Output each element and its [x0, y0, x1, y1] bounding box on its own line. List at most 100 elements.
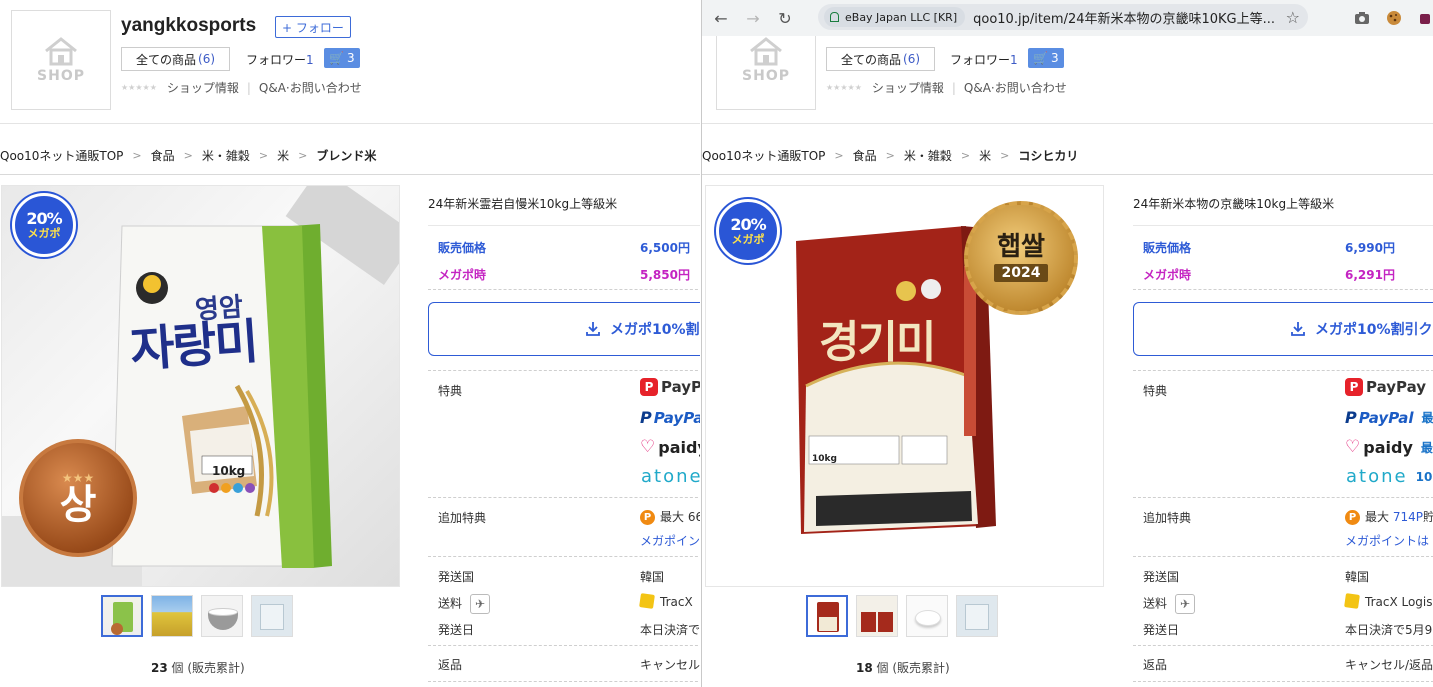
return-label: 返品 [438, 658, 463, 672]
ship-country-label: 発送国 [1143, 570, 1180, 584]
price-label: 販売価格 [438, 241, 487, 255]
coupon-download-button[interactable]: メガポ10%割引ク [1133, 302, 1433, 356]
followers-info[interactable]: フォロワー1 [246, 51, 314, 68]
breadcrumb-item[interactable]: 米・雑穀 [202, 147, 250, 164]
breadcrumb-item[interactable]: 米 [277, 147, 289, 164]
site-identity-chip[interactable]: eBay Japan LLC [KR] [824, 7, 966, 27]
atone-suffix: 10 [1415, 469, 1433, 484]
perk-label: 特典 [1143, 384, 1168, 398]
breadcrumb-item[interactable]: Qoo10ネット通販TOP [702, 147, 825, 164]
extra-perk-label: 追加特典 [438, 511, 487, 525]
chevron-right-icon: > [132, 149, 142, 162]
bag-name-text: 자랑미 [128, 313, 259, 379]
breadcrumb-item[interactable]: Qoo10ネット通販TOP [0, 147, 123, 164]
thumbnail-3[interactable] [201, 595, 243, 637]
point-icon: P [1345, 510, 1360, 525]
thumbnail-3[interactable] [906, 595, 948, 637]
return-value[interactable]: キャンセル/返品 [1345, 656, 1433, 673]
camera-icon[interactable] [1353, 9, 1371, 27]
price-value: 6,990円 [1345, 241, 1395, 255]
shop-info-link[interactable]: ショップ情報 [167, 79, 239, 96]
shipping-value[interactable]: TracX Logis [1344, 593, 1433, 609]
bookmark-star-icon[interactable]: ☆ [1286, 8, 1300, 27]
divider [428, 556, 700, 557]
paypay-icon: P [640, 378, 658, 396]
shop-info-link[interactable]: ショップ情報 [872, 79, 944, 96]
follow-button[interactable]: + フォロー [275, 16, 351, 38]
paypal-logo[interactable]: P PayPal 最 [1345, 408, 1433, 427]
ship-date-label: 発送日 [438, 623, 475, 637]
reload-icon[interactable]: ↻ [772, 5, 798, 31]
all-products-button[interactable]: 全ての商品 (6) [826, 47, 936, 71]
breadcrumb-current[interactable]: ブレンド米 [316, 147, 376, 164]
left-browser-window: SHOP yangkkosports + フォロー 全ての商品 (6) フォロワ… [0, 0, 700, 687]
thumbnail-4[interactable] [956, 595, 998, 637]
mega-point-badge: 20% メガポ [716, 199, 780, 263]
extension-icon[interactable] [1418, 9, 1432, 27]
followers-count: 1 [306, 53, 314, 67]
paypay-logo[interactable]: P PayPay [640, 378, 700, 396]
address-bar[interactable]: eBay Japan LLC [KR] qoo10.jp/item/24年新米本… [818, 4, 1308, 30]
followers-info[interactable]: フォロワー1 [950, 51, 1018, 68]
paidy-logo[interactable]: ♡ paidy 最 [1345, 437, 1433, 457]
breadcrumb-item[interactable]: 食品 [853, 147, 877, 164]
mega-point-link[interactable]: メガポイント [640, 532, 700, 549]
shop-logo[interactable]: SHOP [11, 10, 111, 110]
shop-logo-text: SHOP [742, 68, 790, 84]
coupon-download-button[interactable]: メガポ10%割 [428, 302, 700, 356]
paypal-logo[interactable]: P PayPal [640, 408, 700, 427]
thumbnail-1[interactable] [101, 595, 143, 637]
all-products-button[interactable]: 全ての商品 (6) [121, 47, 231, 71]
qa-link[interactable]: Q&A·お問い合わせ [964, 79, 1067, 96]
cart-icon: 🛒 [329, 51, 344, 65]
breadcrumb-item[interactable]: 食品 [151, 147, 175, 164]
chevron-right-icon: > [298, 149, 308, 162]
return-value[interactable]: キャンセル [640, 656, 700, 673]
ship-date-value: 本日決済で [640, 623, 700, 637]
cart-button[interactable]: 🛒 3 [324, 48, 360, 68]
mega-point-link[interactable]: メガポイントは [1345, 532, 1429, 549]
thumbnail-4[interactable] [251, 595, 293, 637]
thumbnail-strip [806, 595, 998, 637]
home-icon [45, 37, 77, 66]
paidy-logo[interactable]: ♡ paidy [640, 437, 700, 457]
breadcrumb: Qoo10ネット通販TOP > 食品 > 米・雑穀 > 米 > ブレンド米 [0, 147, 376, 164]
paypay-icon: P [1345, 378, 1363, 396]
atone-logo[interactable]: atone [641, 466, 700, 487]
airplane-icon[interactable]: ✈ [1175, 594, 1196, 614]
download-icon [1291, 322, 1305, 336]
rating-stars-icon: ★★★★★ [826, 83, 862, 92]
paypal-icon: P [640, 408, 652, 427]
divider [702, 174, 1433, 175]
sold-number: 23 [151, 661, 168, 675]
airplane-icon[interactable]: ✈ [470, 594, 491, 614]
chevron-right-icon: > [834, 149, 844, 162]
breadcrumb-current[interactable]: コシヒカリ [1018, 147, 1078, 164]
thumbnail-1[interactable] [806, 595, 848, 637]
medal-badge: ★★★ 상 [19, 439, 137, 557]
divider [0, 123, 700, 124]
all-products-label: 全ての商品 [841, 52, 902, 67]
qa-link[interactable]: Q&A·お問い合わせ [259, 79, 362, 96]
sold-number: 18 [856, 661, 873, 675]
tracx-icon [1344, 593, 1360, 609]
all-products-label: 全ての商品 [136, 52, 197, 67]
atone-logo[interactable]: atone 10 [1346, 466, 1432, 487]
thumbnail-2[interactable] [151, 595, 193, 637]
url-text[interactable]: qoo10.jp/item/24年新米本物の京畿味10KG上等... [973, 8, 1298, 27]
forward-icon[interactable]: → [740, 5, 766, 31]
thumbnail-2[interactable] [856, 595, 898, 637]
mega-badge-label: メガポ [27, 227, 61, 240]
shipping-value[interactable]: TracX [639, 593, 693, 609]
shop-name[interactable]: yangkkosports [121, 15, 256, 37]
rating-stars-icon: ★★★★★ [121, 83, 157, 92]
cart-button[interactable]: 🛒 3 [1028, 48, 1064, 68]
cookie-extension-icon[interactable] [1385, 9, 1403, 27]
breadcrumb-item[interactable]: 米・雑穀 [904, 147, 952, 164]
back-icon[interactable]: ← [708, 5, 734, 31]
divider [1133, 370, 1433, 371]
breadcrumb-item[interactable]: 米 [979, 147, 991, 164]
perk-label: 特典 [438, 384, 463, 398]
paypay-logo[interactable]: P PayPay 最 [1345, 378, 1433, 396]
coupon-label: メガポ10%割 [610, 322, 700, 338]
